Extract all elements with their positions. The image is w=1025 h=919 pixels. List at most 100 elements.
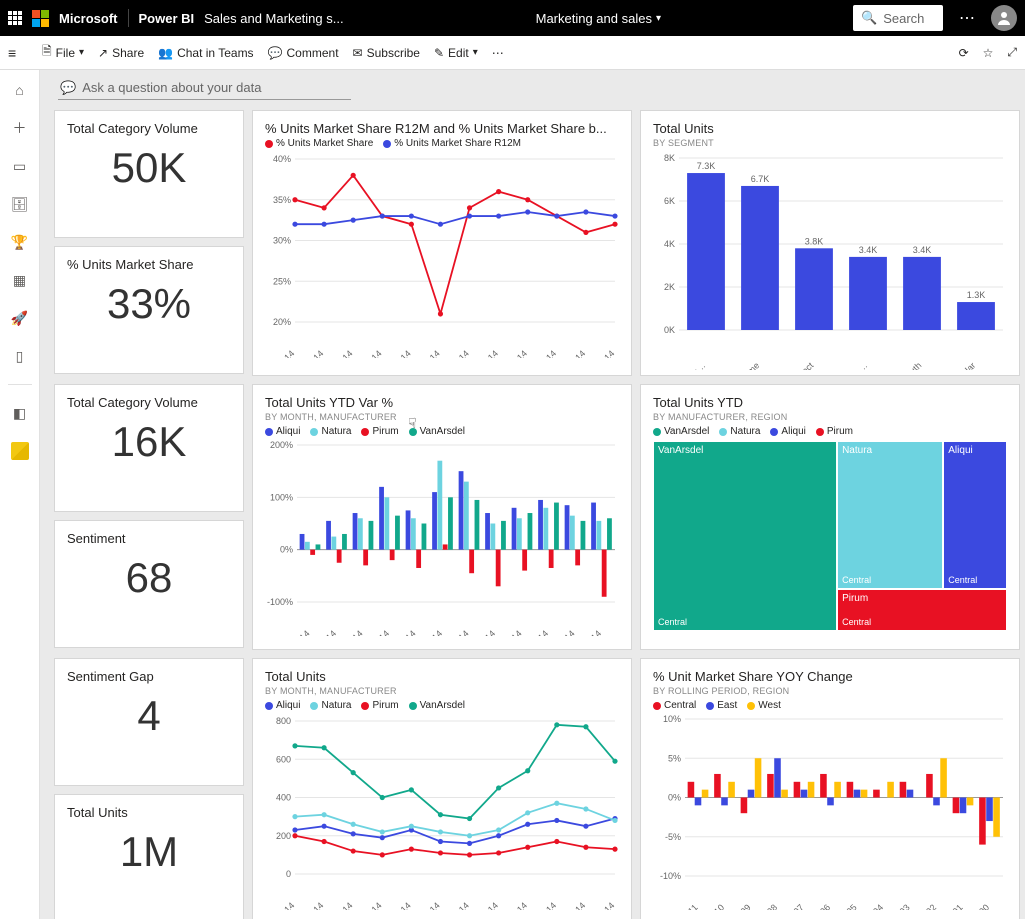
data-hub-icon[interactable]: 🗄 — [8, 192, 32, 216]
chat-teams-button[interactable]: 👥Chat in Teams — [158, 46, 253, 60]
chart-yoy-change[interactable]: % Unit Market Share YOY Change BY ROLLIN… — [640, 658, 1020, 919]
chart-units-by-month[interactable]: Total Units BY MONTH, MANUFACTURER Aliqu… — [252, 658, 632, 919]
legend-item: Aliqui — [770, 426, 805, 437]
brand-label: Microsoft — [59, 11, 118, 26]
legend-item: Pirum — [361, 426, 398, 437]
chart-legend: VanArsdel Natura Aliqui Pirum — [653, 426, 1007, 437]
svg-text:Nov-14: Nov-14 — [560, 348, 588, 358]
create-icon[interactable]: ＋ — [8, 116, 32, 140]
action-toolbar: ≡ 🗎File▾ ↗Share 👥Chat in Teams 💬Comment … — [0, 36, 1025, 70]
kpi-value: 4 — [67, 692, 231, 740]
chat-bubble-icon: 💬 — [60, 80, 76, 96]
chevron-down-icon: ▾ — [473, 47, 478, 58]
search-placeholder: Search — [883, 11, 924, 26]
svg-text:0: 0 — [286, 869, 291, 879]
treemap-cell[interactable]: AliquiCentral — [943, 441, 1007, 589]
favorite-icon[interactable]: ☆ — [983, 45, 994, 60]
svg-text:Feb-14: Feb-14 — [298, 348, 325, 358]
chart-svg: 0K2K4K6K8K7.3KProdu…6.7KExtreme3.8KSelec… — [653, 152, 1009, 370]
svg-text:May-14: May-14 — [384, 900, 412, 910]
svg-text:P-05: P-05 — [838, 902, 859, 910]
refresh-icon[interactable]: ⟳ — [959, 45, 969, 60]
chart-subtitle: BY MANUFACTURER, REGION — [653, 412, 1007, 422]
edit-menu[interactable]: ✎Edit▾ — [434, 46, 478, 60]
chart-total-units-segment[interactable]: Total Units BY SEGMENT 0K2K4K6K8K7.3KPro… — [640, 110, 1020, 376]
global-header: Microsoft Power BI Sales and Marketing s… — [0, 0, 1025, 36]
svg-text:Apr-14: Apr-14 — [358, 348, 384, 358]
chart-market-share-line[interactable]: % Units Market Share R12M and % Units Ma… — [252, 110, 632, 376]
kpi-sentiment[interactable]: Sentiment 68 — [54, 520, 244, 648]
browse-icon[interactable]: ▭ — [8, 154, 32, 178]
deployment-icon[interactable]: 🚀 — [8, 306, 32, 330]
subscribe-button[interactable]: ✉Subscribe — [353, 46, 420, 60]
svg-text:3.8K: 3.8K — [805, 236, 824, 246]
svg-text:Jun-14: Jun-14 — [418, 628, 445, 636]
comment-button[interactable]: 💬Comment — [268, 46, 339, 60]
svg-text:-10%: -10% — [660, 871, 681, 881]
legend-item: % Units Market Share — [265, 138, 373, 149]
kpi-units-market-share[interactable]: % Units Market Share 33% — [54, 246, 244, 374]
legend-item: East — [706, 700, 737, 711]
treemap-cell[interactable]: NaturaCentral — [837, 441, 943, 589]
legend-label: West — [758, 700, 781, 711]
chat-label: Chat in Teams — [177, 46, 253, 60]
svg-text:May-14: May-14 — [384, 348, 412, 358]
workspaces-icon[interactable]: ◧ — [8, 401, 32, 425]
legend-item: VanArsdel — [409, 700, 465, 711]
svg-text:P-06: P-06 — [812, 902, 833, 910]
svg-text:600: 600 — [276, 754, 291, 764]
chevron-down-icon: ▾ — [79, 47, 84, 58]
nav-toggle-icon[interactable]: ≡ — [8, 45, 28, 61]
comment-icon: 💬 — [268, 46, 283, 60]
user-avatar[interactable] — [991, 5, 1017, 31]
chart-svg: 20%25%30%35%40%Jan-14Feb-14Mar-14Apr-14M… — [265, 153, 621, 358]
chart-legend: Aliqui Natura Pirum VanArsdel — [265, 700, 619, 711]
apps-icon[interactable]: ▦ — [8, 268, 32, 292]
kpi-total-category-volume-2[interactable]: Total Category Volume 16K — [54, 384, 244, 512]
svg-text:3.4K: 3.4K — [859, 245, 878, 255]
my-workspace-icon[interactable] — [8, 439, 32, 463]
metrics-icon[interactable]: 🏆 — [8, 230, 32, 254]
svg-text:0%: 0% — [280, 545, 293, 555]
kpi-title: Total Category Volume — [67, 395, 231, 410]
page-dropdown[interactable]: Marketing and sales ▾ — [354, 11, 843, 26]
search-input[interactable]: 🔍 Search — [853, 5, 943, 31]
chart-subtitle: BY MONTH, MANUFACTURER — [265, 686, 619, 696]
more-toolbar-icon[interactable]: ⋯ — [492, 46, 504, 60]
kpi-total-units[interactable]: Total Units 1M — [54, 794, 244, 919]
legend-label: VanArsdel — [420, 426, 465, 437]
more-options-icon[interactable]: ⋯ — [953, 4, 981, 32]
svg-text:5%: 5% — [668, 753, 681, 763]
legend-label: Pirum — [827, 426, 853, 437]
svg-text:Jun-14: Jun-14 — [415, 900, 442, 910]
legend-label: Natura — [321, 426, 351, 437]
svg-text:Youth: Youth — [900, 360, 923, 370]
app-launcher-icon[interactable] — [8, 11, 22, 25]
home-icon[interactable]: ⌂ — [8, 78, 32, 102]
legend-label: Pirum — [372, 700, 398, 711]
share-button[interactable]: ↗Share — [98, 46, 144, 60]
kpi-value: 16K — [67, 418, 231, 466]
legend-label: Aliqui — [781, 426, 805, 437]
legend-label: Pirum — [372, 426, 398, 437]
treemap-cell[interactable]: VanArsdelCentral — [653, 441, 837, 631]
svg-text:Jul-14: Jul-14 — [446, 628, 470, 636]
svg-text:Jul-14: Jul-14 — [447, 348, 471, 358]
learn-icon[interactable]: ▯ — [8, 344, 32, 368]
fullscreen-icon[interactable]: ⤢ — [1007, 45, 1017, 60]
svg-text:May-14: May-14 — [389, 628, 417, 636]
workspace-name[interactable]: Sales and Marketing s... — [204, 11, 343, 26]
qna-input[interactable]: 💬 Ask a question about your data — [58, 80, 351, 100]
svg-text:P-03: P-03 — [891, 902, 912, 910]
chart-svg: -10%-5%0%5%10%P-11P-10P-09P-08P-07P-06P-… — [653, 715, 1009, 910]
chart-ytd-var[interactable]: Total Units YTD Var % BY MONTH, MANUFACT… — [252, 384, 632, 650]
chart-ytd-treemap[interactable]: Total Units YTD BY MANUFACTURER, REGION … — [640, 384, 1020, 650]
file-label: File — [56, 46, 75, 60]
page-dropdown-label: Marketing and sales — [536, 11, 652, 26]
kpi-total-category-volume-1[interactable]: Total Category Volume 50K — [54, 110, 244, 238]
treemap-cell[interactable]: PirumCentral — [837, 589, 1007, 631]
svg-text:Sep-14: Sep-14 — [502, 348, 530, 358]
kpi-sentiment-gap[interactable]: Sentiment Gap 4 — [54, 658, 244, 786]
legend-item: Central — [653, 700, 696, 711]
file-menu[interactable]: 🗎File▾ — [42, 42, 84, 63]
